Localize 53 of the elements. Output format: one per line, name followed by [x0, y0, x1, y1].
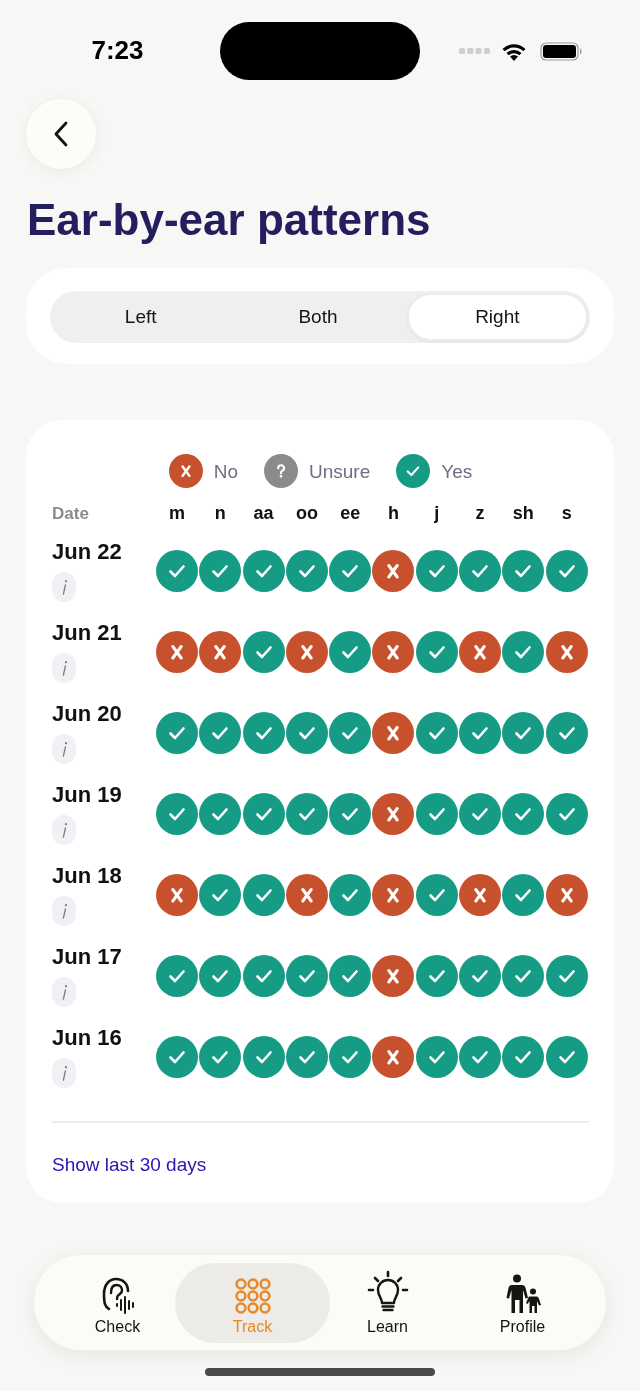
show-more-link[interactable]: Show last 30 days: [52, 1153, 207, 1177]
info-button[interactable]: [52, 734, 76, 764]
info-icon: [61, 822, 67, 838]
column-heading: oo: [294, 504, 319, 522]
signal-icon: [459, 48, 490, 54]
column-heading: n: [213, 504, 227, 522]
info-button[interactable]: [52, 896, 76, 926]
column-heading: ee: [339, 504, 362, 522]
info-icon: [61, 660, 67, 676]
status-time: 7:23: [91, 34, 144, 65]
check-circle-icon: [396, 454, 431, 488]
row-date: Jun 17: [52, 944, 122, 970]
wifi-icon: [501, 41, 527, 61]
tab-bar-item[interactable]: Learn: [330, 1262, 445, 1343]
page-title: Ear-by-ear patterns: [27, 194, 431, 246]
column-heading: sh: [511, 504, 535, 522]
tab-bar-item[interactable]: Profile: [465, 1262, 580, 1343]
row-date: Jun 16: [52, 1025, 122, 1051]
column-heading: j: [433, 504, 441, 522]
legend-label: Yes: [441, 461, 473, 481]
column-heading: h: [387, 504, 400, 522]
column-heading: Date: [52, 504, 90, 522]
tab-bar-item[interactable]: Check: [60, 1262, 175, 1343]
segment-tab[interactable]: Right: [406, 293, 588, 341]
column-heading: s: [560, 504, 573, 522]
row-date: Jun 21: [52, 620, 122, 646]
legend-label: No: [213, 461, 238, 481]
row-date: Jun 20: [52, 701, 122, 727]
segment-tab[interactable]: Left: [52, 293, 230, 341]
info-icon: [61, 741, 67, 757]
chevron-left-icon: [54, 121, 68, 147]
segment-tab[interactable]: Both: [229, 293, 407, 341]
info-button[interactable]: [52, 653, 76, 683]
x-circle-icon: [168, 454, 203, 488]
info-icon: [61, 903, 67, 919]
info-button[interactable]: [52, 1058, 76, 1088]
battery-icon: [540, 41, 583, 61]
info-icon: [61, 1065, 67, 1081]
row-date: Jun 22: [52, 539, 122, 565]
info-icon: [61, 579, 67, 595]
legend-label: Unsure: [309, 461, 371, 481]
question-circle-icon: [264, 454, 298, 488]
column-heading: z: [474, 504, 486, 522]
info-icon: [61, 984, 67, 1000]
column-heading: aa: [252, 504, 275, 522]
info-button[interactable]: [52, 815, 76, 845]
row-date: Jun 18: [52, 863, 122, 889]
row-date: Jun 19: [52, 782, 122, 808]
info-button[interactable]: [52, 977, 76, 1007]
dot-grid-icon: [234, 1277, 271, 1314]
lightbulb-icon: [365, 1269, 410, 1314]
column-heading: m: [168, 504, 186, 522]
info-button[interactable]: [52, 572, 76, 602]
